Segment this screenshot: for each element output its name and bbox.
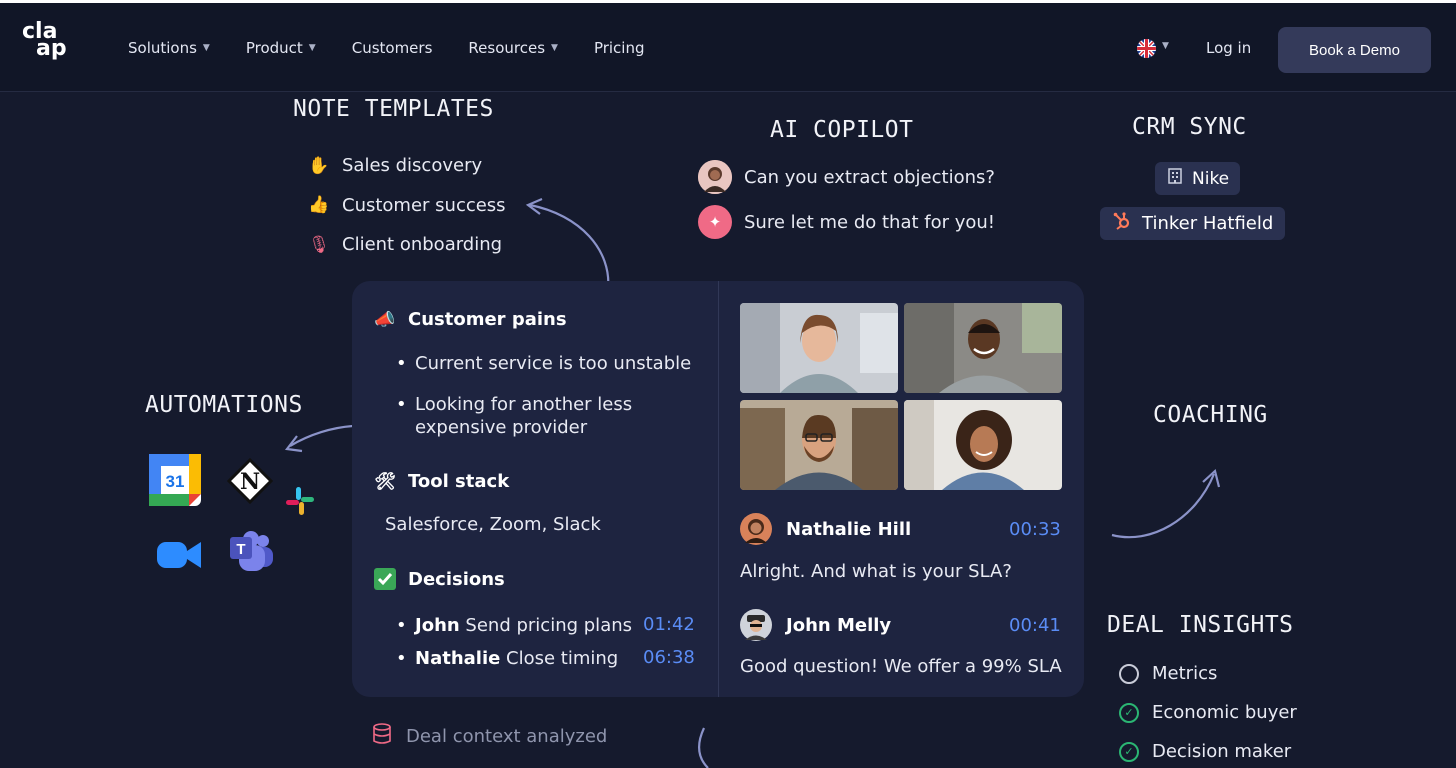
decision-timestamp[interactable]: 06:38 bbox=[643, 647, 695, 668]
tool-stack-text: Salesforce, Zoom, Slack bbox=[385, 514, 601, 535]
decisions-label: Decisions bbox=[408, 568, 505, 590]
megaphone-icon: 📣 bbox=[374, 309, 396, 330]
speaker-name: John Melly bbox=[786, 614, 892, 636]
video-tile[interactable] bbox=[740, 400, 898, 490]
speaker-name: Nathalie Hill bbox=[786, 518, 912, 540]
decision-text: Send pricing plans bbox=[459, 615, 633, 636]
tool-stack-heading: 🛠 Tool stack bbox=[372, 471, 509, 492]
decisions-heading: Decisions bbox=[372, 568, 505, 590]
transcript-speaker: Nathalie Hill bbox=[740, 513, 911, 545]
svg-text:N: N bbox=[240, 469, 260, 495]
transcript-timestamp[interactable]: 00:33 bbox=[1009, 519, 1061, 540]
deal-context-status: Deal context analyzed bbox=[372, 723, 607, 750]
transcript-text: Alright. And what is your SLA? bbox=[740, 561, 1012, 582]
check-box-icon bbox=[372, 568, 398, 590]
check-circle-icon: ✓ bbox=[1119, 741, 1139, 762]
transcript-speaker: John Melly bbox=[740, 609, 891, 641]
decision-owner: Nathalie bbox=[415, 648, 501, 669]
list-item: Current service is too unstable bbox=[396, 352, 691, 376]
deal-insights-title: DEAL INSIGHTS bbox=[1107, 612, 1294, 638]
database-icon bbox=[372, 723, 392, 750]
decision-timestamp[interactable]: 01:42 bbox=[643, 614, 695, 635]
avatar bbox=[740, 609, 772, 641]
deal-context-label: Deal context analyzed bbox=[406, 726, 608, 747]
svg-text:31: 31 bbox=[166, 472, 185, 491]
automations-title: AUTOMATIONS bbox=[145, 392, 303, 418]
empty-circle-icon bbox=[1119, 663, 1139, 684]
avatar bbox=[740, 513, 772, 545]
notion-icon: N bbox=[226, 457, 274, 508]
meeting-notes-card: 📣 Customer pains Current service is too … bbox=[352, 281, 1084, 697]
list-item-continued: expensive provider bbox=[415, 417, 588, 438]
zoom-icon bbox=[155, 534, 203, 578]
insight-label: Economic buyer bbox=[1152, 702, 1297, 723]
check-circle-icon: ✓ bbox=[1119, 702, 1139, 723]
list-item: Looking for another less bbox=[396, 393, 632, 417]
insight-label: Metrics bbox=[1152, 663, 1218, 684]
slack-icon bbox=[283, 484, 317, 522]
customer-pains-label: Customer pains bbox=[408, 309, 567, 330]
video-tile[interactable] bbox=[904, 303, 1062, 393]
google-calendar-icon: 31 bbox=[146, 451, 204, 513]
transcript-timestamp[interactable]: 00:41 bbox=[1009, 615, 1061, 636]
insight-item: ✓ Decision maker bbox=[1119, 741, 1291, 762]
decision-owner: John bbox=[415, 615, 460, 636]
svg-text:T: T bbox=[236, 541, 245, 558]
teams-icon: T bbox=[227, 529, 277, 577]
video-tile[interactable] bbox=[740, 303, 898, 393]
insight-item: ✓ Economic buyer bbox=[1119, 702, 1297, 723]
tools-icon: 🛠 bbox=[374, 471, 396, 492]
decision-item: Nathalie Close timing bbox=[396, 647, 619, 671]
customer-pains-heading: 📣 Customer pains bbox=[372, 309, 567, 330]
insight-label: Decision maker bbox=[1152, 741, 1292, 762]
coaching-title: COACHING bbox=[1153, 402, 1268, 428]
tool-stack-label: Tool stack bbox=[408, 471, 510, 492]
insight-item: Metrics bbox=[1119, 663, 1217, 684]
transcript-text: Good question! We offer a 99% SLA bbox=[740, 656, 1062, 677]
decision-text: Close timing bbox=[500, 648, 619, 669]
decision-item: John Send pricing plans bbox=[396, 614, 633, 638]
card-divider bbox=[718, 281, 719, 697]
video-tile[interactable] bbox=[904, 400, 1062, 490]
